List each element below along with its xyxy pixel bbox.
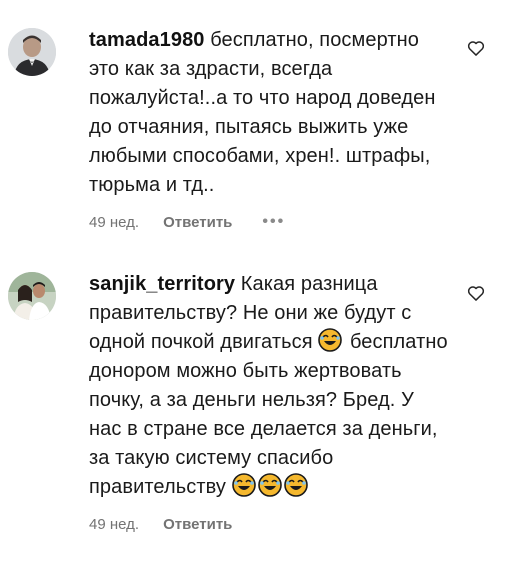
heart-outline-icon[interactable]: [466, 283, 486, 303]
avatar-man-icon: [8, 28, 56, 76]
comment-text: tamada1980 бесплатно, посмертно это как …: [89, 26, 449, 200]
comment-meta: 49 нед. Ответить •••: [89, 212, 449, 232]
comment-age: 49 нед.: [89, 213, 140, 231]
comment-username[interactable]: tamada1980: [89, 29, 205, 51]
comment-text: sanjik_territory Какая разница правитель…: [89, 270, 449, 502]
reply-button[interactable]: Ответить: [163, 516, 232, 533]
rolling-laughing-emoji-icon: [257, 473, 282, 497]
avatar[interactable]: [8, 272, 56, 320]
rolling-laughing-emoji-icon: [283, 473, 308, 497]
reply-button[interactable]: Ответить: [163, 214, 232, 231]
comment-body: sanjik_territory Какая разница правитель…: [89, 270, 449, 534]
avatar[interactable]: [8, 28, 56, 76]
comment-age: 49 нед.: [89, 515, 140, 533]
comments-panel: tamada1980 бесплатно, посмертно это как …: [0, 0, 509, 576]
comment-content: бесплатно, посмертно это как за здрасти,…: [89, 29, 436, 196]
comment-meta: 49 нед. Ответить: [89, 514, 449, 534]
avatar-couple-icon: [8, 272, 56, 320]
rolling-laughing-emoji-icon: [318, 328, 343, 352]
comment-body: tamada1980 бесплатно, посмертно это как …: [89, 26, 449, 232]
emoji-group: [231, 473, 310, 498]
rolling-laughing-emoji-icon: [231, 473, 256, 497]
comment-username[interactable]: sanjik_territory: [89, 273, 235, 295]
heart-outline-icon[interactable]: [466, 38, 486, 58]
more-options-button[interactable]: •••: [262, 213, 285, 231]
